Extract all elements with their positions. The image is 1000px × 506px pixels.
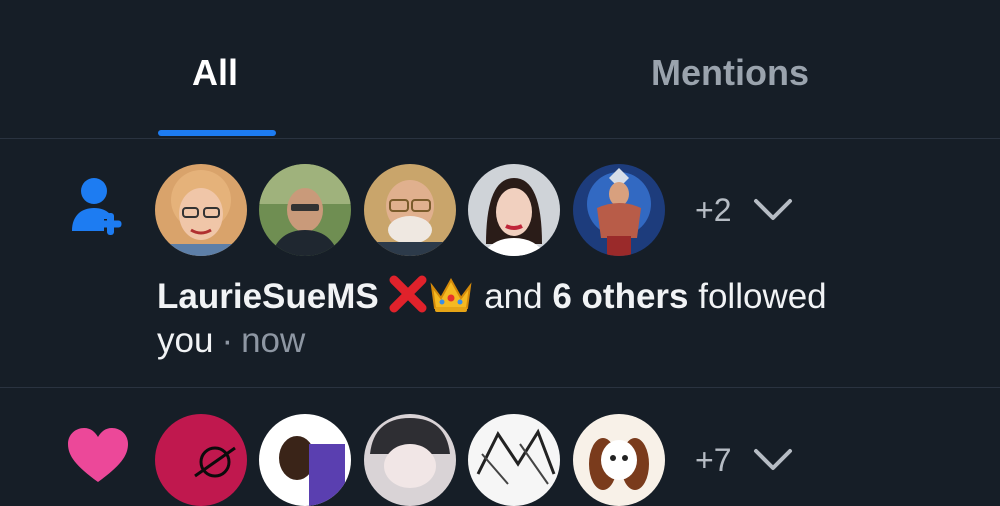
avatar[interactable] — [155, 164, 247, 256]
chevron-down-icon[interactable] — [753, 447, 793, 473]
tab-mentions[interactable]: Mentions — [651, 52, 809, 94]
others-count[interactable]: 6 others — [552, 277, 688, 316]
avatar[interactable] — [468, 164, 560, 256]
avatar[interactable] — [155, 414, 247, 506]
crown-emoji — [430, 277, 472, 312]
avatar[interactable] — [468, 414, 560, 506]
notification-item[interactable]: +7 — [0, 388, 1000, 506]
tab-bar: All Mentions — [0, 0, 1000, 139]
more-count: +7 — [695, 442, 732, 478]
person-plus-icon — [72, 178, 122, 235]
cross-mark-emoji — [389, 275, 427, 313]
notification-text: LaurieSueMS and 6 others followed you · no… — [157, 274, 957, 363]
active-tab-indicator — [158, 130, 276, 136]
heart-icon — [68, 428, 128, 482]
avatar[interactable] — [364, 414, 456, 506]
avatar[interactable] — [573, 164, 665, 256]
avatar[interactable] — [364, 164, 456, 256]
chevron-down-icon[interactable] — [753, 197, 793, 223]
tab-all[interactable]: All — [192, 52, 238, 94]
more-count: +2 — [695, 192, 732, 228]
notification-item[interactable]: +2 LaurieSueMS and 6 others followed you… — [0, 139, 1000, 388]
timestamp: now — [241, 321, 306, 360]
avatar[interactable] — [259, 164, 351, 256]
avatar[interactable] — [259, 414, 351, 506]
actor-name[interactable]: LaurieSueMS — [157, 277, 379, 316]
and-text: and — [484, 277, 543, 316]
separator-dot: · — [221, 321, 234, 360]
avatar[interactable] — [573, 414, 665, 506]
